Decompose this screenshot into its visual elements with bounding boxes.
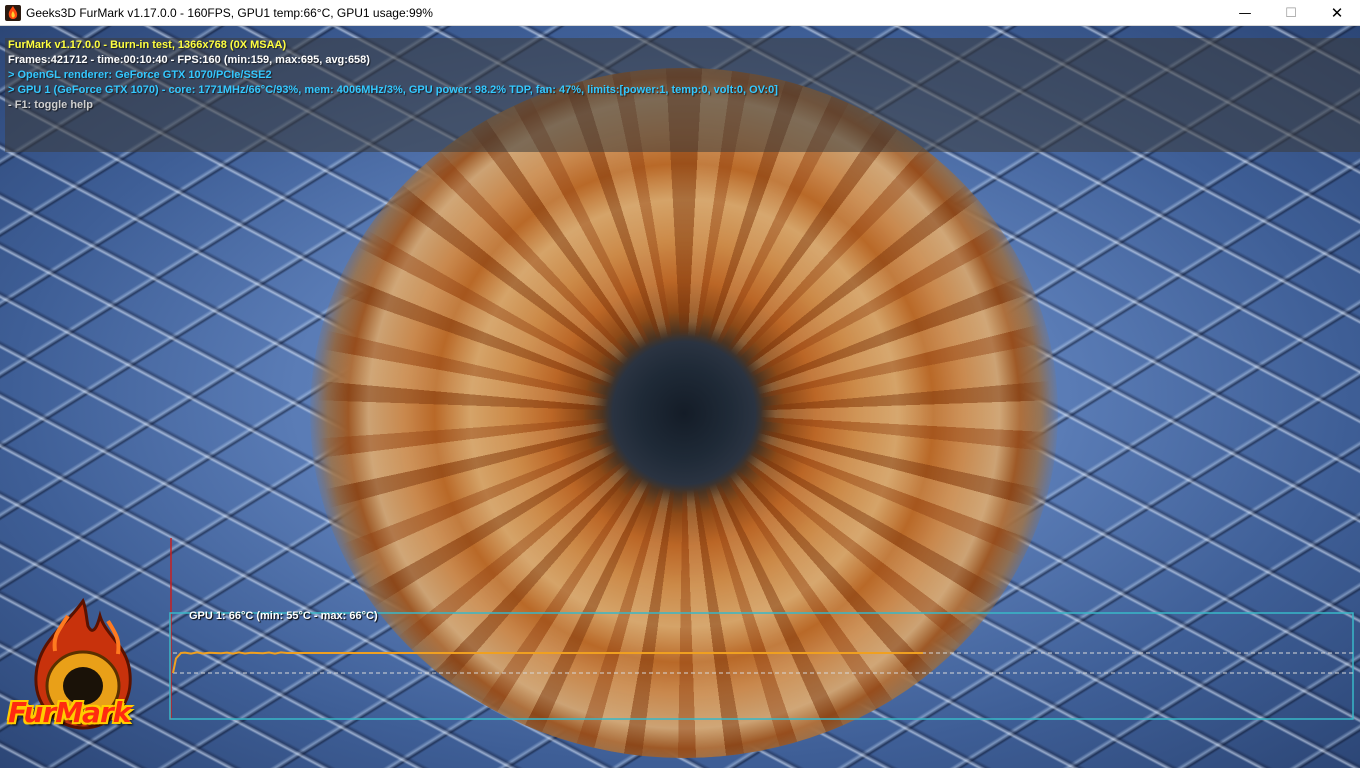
temperature-graph-label: GPU 1: 66°C (min: 55°C - max: 66°C) [189, 610, 378, 622]
overlay-renderer-line: > OpenGL renderer: GeForce GTX 1070/PCIe… [8, 69, 272, 81]
overlay-title-line: FurMark v1.17.0.0 - Burn-in test, 1366x7… [8, 39, 287, 51]
temperature-line [172, 651, 923, 674]
temperature-graph [169, 538, 1354, 720]
graph-frame [169, 612, 1354, 720]
furmark-logo-text: FurMark [8, 696, 131, 729]
window-title-bar[interactable]: Geeks3D FurMark v1.17.0.0 - 160FPS, GPU1… [0, 0, 1360, 26]
furmark-flame-icon [5, 5, 21, 21]
maximize-button[interactable]: ☐ [1268, 0, 1314, 26]
overlay-frames-line: Frames:421712 - time:00:10:40 - FPS:160 … [8, 54, 370, 66]
close-button[interactable]: ✕ [1314, 0, 1360, 26]
minimize-button[interactable]: — [1222, 0, 1268, 26]
info-overlay: FurMark v1.17.0.0 - Burn-in test, 1366x7… [5, 38, 1360, 152]
overlay-gpu-line: > GPU 1 (GeForce GTX 1070) - core: 1771M… [8, 84, 778, 96]
window-title: Geeks3D FurMark v1.17.0.0 - 160FPS, GPU1… [26, 6, 433, 20]
overlay-help-line: - F1: toggle help [8, 99, 93, 111]
